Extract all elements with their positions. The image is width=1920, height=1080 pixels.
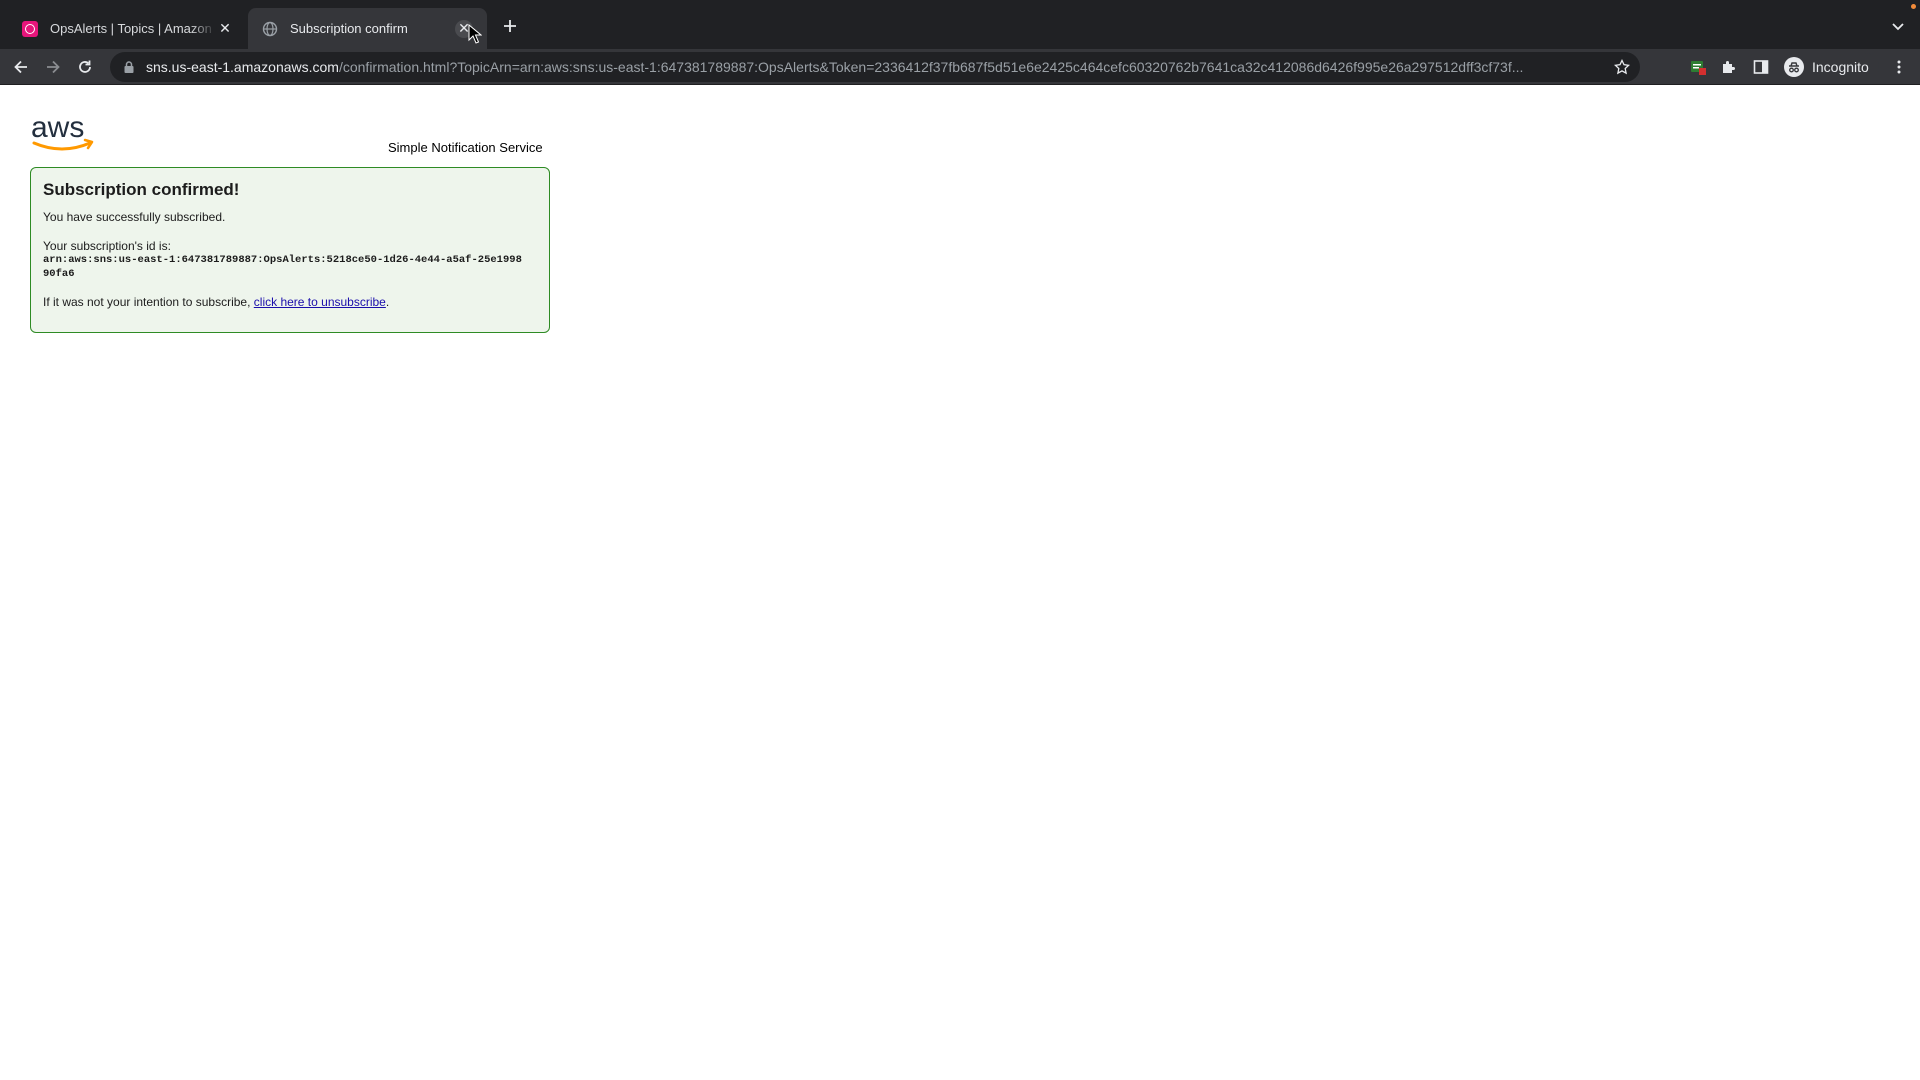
plus-icon	[504, 20, 516, 32]
tab-strip: OpsAlerts | Topics | Amazon SNS ✕ Subscr…	[0, 0, 1920, 49]
service-name: Simple Notification Service	[388, 140, 543, 155]
aws-logo-text: aws	[31, 111, 84, 144]
address-bar[interactable]: sns.us-east-1.amazonaws.com/confirmation…	[110, 52, 1640, 82]
extension-app-icon	[1691, 61, 1706, 75]
mouse-cursor-icon	[468, 24, 482, 44]
extensions-menu-button[interactable]	[1716, 54, 1742, 80]
subscription-id: arn:aws:sns:us-east-1:647381789887:OpsAl…	[43, 254, 522, 280]
arrow-right-icon	[47, 60, 60, 74]
incognito-profile-button[interactable]: Incognito	[1780, 53, 1879, 81]
lock-icon[interactable]	[122, 60, 136, 74]
tab-title: Subscription confirm	[290, 21, 408, 36]
confirmation-title: Subscription confirmed!	[43, 180, 240, 199]
success-message: You have successfully subscribed.	[43, 210, 226, 224]
url-text[interactable]: sns.us-east-1.amazonaws.com/confirmation…	[146, 59, 1640, 75]
confirmation-box: Subscription confirmed! You have success…	[30, 167, 550, 333]
unsubscribe-suffix: .	[385, 295, 390, 309]
arrow-left-icon	[14, 60, 27, 74]
forward-button[interactable]	[38, 52, 68, 82]
unsubscribe-link[interactable]: click here to unsubscribe	[254, 295, 386, 309]
side-panel-icon	[1753, 60, 1769, 74]
back-button[interactable]	[6, 52, 36, 82]
notification-dot	[1911, 4, 1916, 9]
browser-menu-button[interactable]	[1886, 54, 1912, 80]
tab-subscription-confirm[interactable]: Subscription confirm ✕	[248, 8, 487, 49]
bookmark-star-icon[interactable]	[1612, 57, 1632, 77]
side-panel-button[interactable]	[1748, 54, 1774, 80]
reload-icon	[79, 60, 91, 73]
tab-title: OpsAlerts | Topics | Amazon SNS	[50, 21, 216, 36]
unsubscribe-prefix: If it was not your intention to subscrib…	[43, 295, 254, 309]
profile-label: Incognito	[1812, 59, 1869, 75]
subscription-id-label: Your subscription's id is:	[43, 239, 171, 253]
close-icon[interactable]: ✕	[216, 20, 234, 38]
tab-opsalerts[interactable]: OpsAlerts | Topics | Amazon SNS ✕	[8, 8, 248, 49]
tab-search-button[interactable]	[1886, 14, 1910, 38]
url-path: /confirmation.html?TopicArn=arn:aws:sns:…	[338, 59, 1524, 75]
incognito-icon	[1784, 57, 1804, 77]
unsubscribe-line: If it was not your intention to subscrib…	[43, 295, 537, 310]
chevron-down-icon	[1892, 23, 1904, 31]
reload-button[interactable]	[70, 52, 100, 82]
puzzle-icon	[1723, 61, 1735, 73]
sns-icon	[22, 20, 38, 37]
extension-button[interactable]	[1685, 54, 1711, 80]
page-content: aws Simple Notification Service Subscrip…	[0, 85, 1920, 1080]
globe-icon	[262, 21, 278, 37]
browser-toolbar: sns.us-east-1.amazonaws.com/confirmation…	[0, 49, 1920, 85]
more-vert-icon	[1897, 60, 1901, 74]
aws-logo: aws	[30, 111, 98, 155]
new-tab-button[interactable]	[498, 14, 522, 38]
url-host: sns.us-east-1.amazonaws.com	[146, 59, 339, 75]
